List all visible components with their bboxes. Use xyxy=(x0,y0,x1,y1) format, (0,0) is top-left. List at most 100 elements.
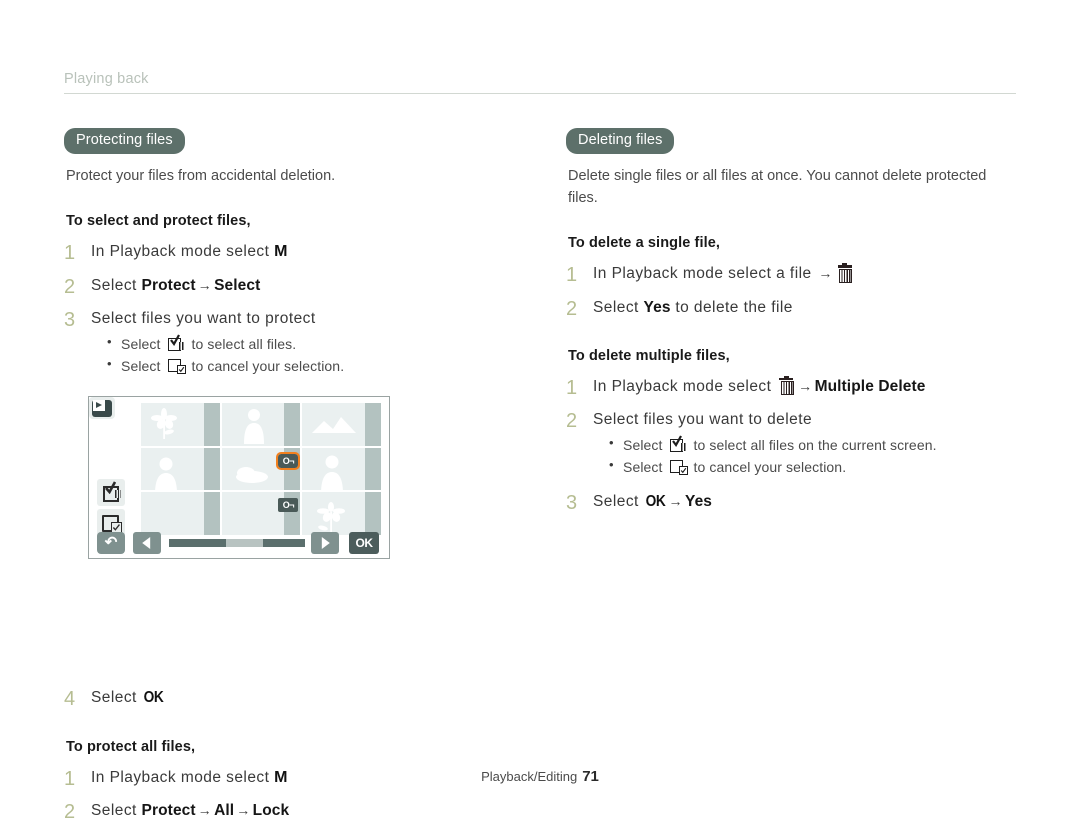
step-item: 2 Select Protect → Select xyxy=(64,276,494,298)
chevron-left-icon xyxy=(142,537,151,549)
subheading-select-and-protect: To select and protect files, xyxy=(66,212,251,229)
menu-option-multiple-delete: Multiple Delete xyxy=(814,377,926,395)
step-number: 2 xyxy=(566,409,578,432)
menu-option-select: Select xyxy=(214,276,261,294)
bullet-text-pre: Select xyxy=(121,358,165,375)
camera-screen-illustration: O¬ O¬ ↶ OK xyxy=(88,396,390,559)
cancel-selection-icon xyxy=(669,460,688,476)
steps-select-and-protect-cont: 4 Select OK xyxy=(64,687,494,710)
page-footer: Playback/Editing 71 xyxy=(0,768,1080,785)
ok-button-label: OK xyxy=(355,536,374,550)
step-number: 3 xyxy=(566,491,578,514)
select-all-icon xyxy=(167,334,185,352)
running-header-title: Playing back xyxy=(64,71,149,87)
thumbnail-cell[interactable] xyxy=(302,447,381,491)
section-badge-protecting-files: Protecting files xyxy=(64,128,185,154)
steps-delete-multiple-files: 1 In Playback mode select → Multiple Dele… xyxy=(566,375,1018,514)
ok-button[interactable]: OK xyxy=(349,532,379,554)
menu-option-yes: Yes xyxy=(685,492,713,510)
step-text: In Playback mode select xyxy=(593,377,777,395)
select-all-icon xyxy=(669,435,687,453)
lock-badge-selected: O¬ xyxy=(276,451,301,470)
running-header: Playing back xyxy=(64,70,1016,94)
steps-select-and-protect: 1 In Playback mode select M 2 Select Pro… xyxy=(64,242,494,378)
step-text: Select xyxy=(91,688,142,706)
footer-section-label: Playback/Editing xyxy=(481,769,578,784)
thumbnail-cell[interactable] xyxy=(141,447,220,491)
step-number: 4 xyxy=(64,687,76,710)
arrow-icon: → xyxy=(668,492,683,509)
bullet-item: Select to select all files. xyxy=(107,332,494,355)
ok-glyph: OK xyxy=(645,492,665,510)
arrow-icon: → xyxy=(197,276,213,293)
thumbnail-cell[interactable] xyxy=(141,403,220,446)
step-number: 1 xyxy=(566,264,578,287)
chevron-right-icon xyxy=(321,537,330,549)
step-text: Select xyxy=(593,492,644,510)
arrow-icon: → xyxy=(798,377,813,394)
return-arrow-icon: ↶ xyxy=(104,534,118,551)
step-item: 2 Select Protect → All → Lock xyxy=(64,801,494,823)
step-bullets: Select to select all files. Select to ca… xyxy=(91,332,494,378)
arrow-icon: → xyxy=(818,265,833,282)
menu-option-yes: Yes xyxy=(643,298,671,316)
step-item: 1 In Playback mode select a file → xyxy=(566,263,1018,286)
step-item: 4 Select OK xyxy=(64,687,494,710)
previous-page-button[interactable] xyxy=(133,532,161,554)
step-text: Select files you want to protect xyxy=(91,309,316,327)
section-badge-deleting-files: Deleting files xyxy=(566,128,675,154)
step-text: In Playback mode select xyxy=(91,242,275,260)
step-text: Select files you want to delete xyxy=(593,410,813,428)
step-item: 3 Select OK → Yes xyxy=(566,491,1018,514)
cancel-selection-icon xyxy=(167,359,186,375)
thumbnail-cell[interactable] xyxy=(302,403,381,446)
step-text: Select xyxy=(593,298,644,316)
bullet-text-post: to select all files. xyxy=(187,336,297,353)
step-number: 2 xyxy=(64,801,76,824)
scrollbar-track[interactable] xyxy=(169,539,305,547)
step-number: 2 xyxy=(566,297,578,320)
ok-glyph: OK xyxy=(143,688,163,706)
step-number: 1 xyxy=(566,376,578,399)
bullet-text-pre: Select xyxy=(121,336,165,353)
step-text: Select xyxy=(91,802,142,820)
scrollbar-thumb[interactable] xyxy=(226,539,263,547)
screen-select-all-button[interactable] xyxy=(97,479,125,506)
footer-page-number: 71 xyxy=(582,768,599,785)
bullet-item: Select to cancel your selection. xyxy=(609,455,1018,478)
bullet-text-pre: Select xyxy=(623,459,667,476)
menu-option-all: All xyxy=(214,802,235,820)
bullet-text-pre: Select xyxy=(623,437,667,453)
menu-m-glyph: M xyxy=(274,242,288,260)
step-bullets: Select to select all files on the curren… xyxy=(593,433,1018,479)
bullet-text-post: to cancel your selection. xyxy=(187,358,345,375)
menu-option-protect: Protect xyxy=(141,276,196,294)
bullet-item: Select to select all files on the curren… xyxy=(609,433,1018,456)
protecting-files-intro: Protect your files from accidental delet… xyxy=(66,167,336,184)
thumbnail-cell[interactable] xyxy=(221,403,301,446)
subheading-delete-multiple-files: To delete multiple files, xyxy=(568,347,730,364)
step-number: 1 xyxy=(64,241,76,264)
trash-icon xyxy=(779,375,794,396)
step-item: 2 Select files you want to delete Select… xyxy=(566,410,1018,479)
step-item: 3 Select files you want to protect Selec… xyxy=(64,309,494,378)
menu-option-protect: Protect xyxy=(141,802,196,820)
arrow-icon: → xyxy=(236,802,251,819)
step-item: 1 In Playback mode select M xyxy=(64,241,494,264)
left-column: Protecting files Protect your files from… xyxy=(64,128,494,823)
step-text: Select xyxy=(91,276,142,294)
screen-bottom-bar: ↶ OK xyxy=(89,528,389,558)
next-page-button[interactable] xyxy=(311,532,339,554)
menu-option-lock: Lock xyxy=(252,802,290,820)
bullet-item: Select to cancel your selection. xyxy=(107,354,494,377)
return-button[interactable]: ↶ xyxy=(97,532,125,554)
bullet-text-post: to cancel your selection. xyxy=(689,459,847,476)
right-column: Deleting files Delete single files or al… xyxy=(566,128,1018,514)
deleting-files-intro: Delete single files or all files at once… xyxy=(568,167,987,206)
subheading-delete-single-file: To delete a single file, xyxy=(568,235,721,252)
step-text-post: to delete the file xyxy=(670,298,793,316)
step-item: 2 Select Yes to delete the file xyxy=(566,298,1018,320)
thumbnail-grid[interactable]: O¬ O¬ xyxy=(141,403,381,535)
arrow-icon: → xyxy=(197,802,213,819)
thumbnail-cell-selected[interactable]: O¬ xyxy=(221,447,301,491)
